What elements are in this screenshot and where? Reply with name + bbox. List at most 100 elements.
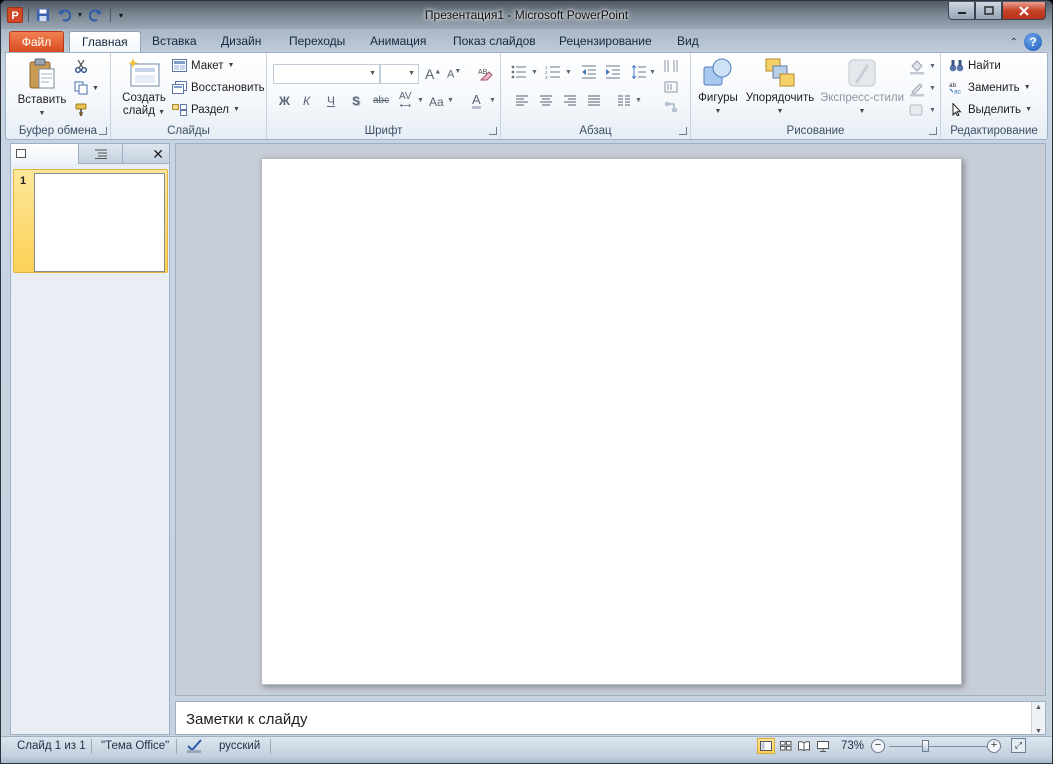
layout-icon <box>172 59 187 72</box>
character-spacing-button[interactable]: AV ⟷ <box>399 92 412 111</box>
line-spacing-dropdown-icon[interactable]: ▼ <box>649 69 656 76</box>
paste-button[interactable]: Вставить ▼ <box>12 57 72 120</box>
slide-thumbnail-preview[interactable] <box>34 173 165 272</box>
shapes-dropdown-icon: ▼ <box>714 108 722 115</box>
find-button[interactable]: Найти <box>949 59 1001 72</box>
tab-slideshow[interactable]: Показ слайдов <box>441 31 548 53</box>
language-indicator[interactable]: русский <box>219 740 260 752</box>
notes-scrollbar[interactable]: ▲ ▼ <box>1031 702 1045 735</box>
tab-slides-thumbnails[interactable] <box>11 144 79 164</box>
slide-thumbnail-selected[interactable]: 1 <box>13 169 168 273</box>
character-spacing-dropdown-icon[interactable]: ▼ <box>417 97 424 104</box>
notes-placeholder[interactable]: Заметки к слайду <box>186 711 308 728</box>
font-size-combo[interactable]: ▼ <box>380 64 419 84</box>
notes-pane[interactable]: Заметки к слайду ▲ ▼ <box>175 701 1046 735</box>
new-slide-button[interactable]: Создать слайд ▼ <box>117 57 171 119</box>
shape-effects-dropdown-icon[interactable]: ▼ <box>929 107 936 114</box>
change-case-dropdown-icon[interactable]: ▼ <box>447 97 454 104</box>
zoom-slider-track[interactable] <box>889 746 989 747</box>
select-button[interactable]: Выделить ▼ <box>949 103 1032 116</box>
add-columns-dropdown-icon[interactable]: ▼ <box>635 97 642 104</box>
restore-button[interactable] <box>975 2 1002 20</box>
grow-font-button[interactable]: A▲ <box>425 66 441 82</box>
slide-canvas[interactable] <box>261 158 962 685</box>
italic-button[interactable]: К <box>303 94 310 108</box>
font-color-button[interactable]: A <box>472 93 481 109</box>
normal-view-icon[interactable] <box>757 738 775 754</box>
font-size-dropdown-icon[interactable]: ▼ <box>408 70 415 77</box>
tab-outline[interactable] <box>79 144 123 164</box>
clear-formatting-icon[interactable]: AB <box>477 65 493 84</box>
group-paragraph: ▼ 123 ▼ ▼ ▼ Абзац <box>501 53 691 139</box>
tab-insert[interactable]: Вставка <box>140 31 209 53</box>
tab-home[interactable]: Главная <box>69 31 141 53</box>
cut-button[interactable] <box>74 59 88 73</box>
font-launcher-icon[interactable] <box>489 127 497 135</box>
bold-button[interactable]: Ж <box>279 94 290 108</box>
status-separator <box>176 739 177 754</box>
tab-review[interactable]: Рецензирование <box>547 31 664 53</box>
font-name-dropdown-icon[interactable]: ▼ <box>369 70 376 77</box>
quick-styles-button[interactable]: Экспресс-стили ▼ <box>819 57 905 118</box>
shrink-font-button[interactable]: A▼ <box>447 68 461 81</box>
section-icon <box>172 104 187 116</box>
change-case-button[interactable]: Aa <box>429 95 444 109</box>
group-label-slides: Слайды <box>167 125 210 137</box>
zoom-in-icon[interactable]: + <box>987 739 1001 753</box>
numbering-dropdown-icon[interactable]: ▼ <box>565 69 572 76</box>
close-pane-icon[interactable]: ✕ <box>152 146 164 163</box>
strikethrough-button[interactable]: abc <box>373 95 389 106</box>
font-name-combo[interactable]: ▼ <box>273 64 380 84</box>
paragraph-launcher-icon[interactable] <box>679 127 687 135</box>
format-painter-icon <box>75 103 87 116</box>
shape-fill-dropdown-icon[interactable]: ▼ <box>929 63 936 70</box>
quick-styles-label: Экспресс-стили <box>819 92 905 104</box>
zoom-level[interactable]: 73% <box>841 740 864 752</box>
minimize-button[interactable] <box>948 2 975 20</box>
copy-button[interactable]: ▼ <box>74 81 99 95</box>
font-color-dropdown-icon[interactable]: ▼ <box>489 97 496 104</box>
close-button[interactable] <box>1002 2 1046 20</box>
slide-thumbnail-icon <box>16 149 26 158</box>
clipboard-launcher-icon[interactable] <box>99 127 107 135</box>
text-shadow-button[interactable]: S <box>352 94 360 108</box>
reset-slide-icon <box>172 81 187 94</box>
slideshow-view-icon[interactable] <box>814 738 832 754</box>
tab-transitions[interactable]: Переходы <box>277 31 357 53</box>
slide-counter: Слайд 1 из 1 <box>17 740 86 752</box>
tab-file[interactable]: Файл <box>9 31 64 53</box>
format-painter-button[interactable] <box>74 103 88 117</box>
zoom-out-icon[interactable]: − <box>871 739 885 753</box>
group-label-drawing: Рисование <box>786 125 845 137</box>
shapes-button[interactable]: Фигуры ▼ <box>695 57 741 118</box>
align-right-icon <box>564 95 576 106</box>
spell-check-icon[interactable] <box>186 738 204 757</box>
theme-name[interactable]: "Тема Office" <box>101 740 169 752</box>
slide-number: 1 <box>20 175 27 187</box>
bullets-dropdown-icon[interactable]: ▼ <box>531 69 538 76</box>
tab-view[interactable]: Вид <box>665 31 711 53</box>
replace-button[interactable]: ab ac Заменить ▼ <box>949 81 1031 95</box>
slide-sorter-view-icon[interactable] <box>777 738 795 754</box>
help-icon[interactable]: ? <box>1024 33 1042 51</box>
smartart-convert-icon <box>665 102 677 112</box>
tab-animations[interactable]: Анимация <box>358 31 438 53</box>
fit-slide-icon[interactable]: ⤢ <box>1011 738 1026 753</box>
drawing-launcher-icon[interactable] <box>929 127 937 135</box>
ribbon: Вставить ▼ ▼ Буфер обмена Создать слайд … <box>5 52 1048 140</box>
paste-icon <box>27 57 57 91</box>
zoom-slider-thumb[interactable] <box>921 740 929 752</box>
minimize-ribbon-icon[interactable]: ⌃ <box>1010 37 1018 48</box>
powerpoint-window: P ▼ ▾ Презентация1 - Microsoft PowerPoin… <box>0 0 1053 764</box>
layout-button[interactable]: Макет ▼ <box>172 59 234 72</box>
arrange-button[interactable]: Упорядочить ▼ <box>743 57 817 118</box>
tab-design[interactable]: Дизайн <box>209 31 273 53</box>
section-dropdown-icon: ▼ <box>233 106 240 113</box>
underline-button[interactable]: Ч <box>327 94 335 108</box>
bullets-icon <box>511 65 526 79</box>
reset-button[interactable]: Восстановить <box>172 81 265 94</box>
align-left-icon <box>516 95 528 106</box>
shape-outline-dropdown-icon[interactable]: ▼ <box>929 85 936 92</box>
section-button[interactable]: Раздел ▼ <box>172 103 240 116</box>
reading-view-icon[interactable] <box>795 738 813 754</box>
